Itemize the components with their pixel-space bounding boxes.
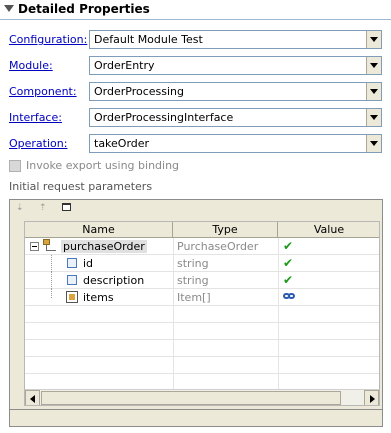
column-header-name[interactable]: Name: [25, 222, 173, 238]
horizontal-scrollbar[interactable]: [25, 389, 379, 405]
section-title: Detailed Properties: [18, 2, 150, 16]
table-view-icon[interactable]: [62, 203, 71, 211]
interface-combo[interactable]: OrderProcessingInterface: [89, 108, 382, 127]
table-row[interactable]: items Item[]: [25, 289, 379, 306]
invoke-export-checkbox[interactable]: [9, 160, 21, 172]
table-row[interactable]: description string ✔: [25, 272, 379, 289]
param-type: Item[]: [177, 291, 211, 304]
module-dropdown-button[interactable]: [366, 57, 381, 74]
table-row[interactable]: purchaseOrder PurchaseOrder ✔: [25, 238, 379, 255]
component-dropdown-button[interactable]: [366, 83, 381, 100]
section-divider: [0, 19, 391, 20]
configuration-value: Default Module Test: [94, 33, 203, 46]
column-header-value[interactable]: Value: [278, 222, 379, 238]
component-combo[interactable]: OrderProcessing: [89, 82, 382, 101]
field-icon: [65, 274, 79, 286]
component-value: OrderProcessing: [94, 85, 184, 98]
operation-dropdown-button[interactable]: [366, 135, 381, 152]
scroll-thumb[interactable]: [41, 391, 341, 405]
param-name: items: [83, 291, 114, 304]
check-icon[interactable]: ✔: [283, 256, 293, 270]
table-row-empty: [25, 323, 379, 340]
param-type: PurchaseOrder: [177, 240, 259, 253]
operation-combo[interactable]: takeOrder: [89, 134, 382, 153]
configuration-label[interactable]: Configuration:: [9, 33, 87, 46]
collapse-triangle-icon[interactable]: [4, 5, 14, 12]
detailed-properties-header[interactable]: Detailed Properties: [0, 0, 391, 18]
collapse-node-icon[interactable]: [30, 242, 39, 251]
check-icon[interactable]: ✔: [283, 239, 293, 253]
parameters-table[interactable]: Name Type Value purchaseOrder PurchaseOr…: [24, 221, 380, 406]
param-name: id: [83, 257, 94, 270]
module-value: OrderEntry: [94, 59, 155, 72]
array-field-icon: [65, 291, 79, 303]
table-row-empty: [25, 340, 379, 357]
configuration-combo[interactable]: Default Module Test: [89, 30, 382, 49]
business-object-icon: [43, 239, 57, 253]
module-label[interactable]: Module:: [9, 59, 53, 72]
table-row[interactable]: id string ✔: [25, 255, 379, 272]
configuration-dropdown-button[interactable]: [366, 31, 381, 48]
expand-all-icon[interactable]: ⇣: [16, 203, 24, 213]
module-combo[interactable]: OrderEntry: [89, 56, 382, 75]
initial-request-parameters-label: Initial request parameters: [9, 180, 153, 193]
param-type: string: [177, 274, 209, 287]
invoke-export-label: Invoke export using binding: [26, 159, 180, 172]
collapse-all-icon[interactable]: ⇡: [39, 203, 47, 213]
interface-label[interactable]: Interface:: [9, 111, 62, 124]
scroll-left-button[interactable]: [25, 390, 40, 405]
interface-dropdown-button[interactable]: [366, 109, 381, 126]
table-row-empty: [25, 357, 379, 374]
param-name: description: [83, 274, 145, 287]
component-label[interactable]: Component:: [9, 85, 77, 98]
param-type: string: [177, 257, 209, 270]
field-icon: [65, 257, 79, 269]
operation-value: takeOrder: [94, 137, 150, 150]
link-icon[interactable]: [283, 292, 297, 302]
table-row-empty: [25, 306, 379, 323]
interface-value: OrderProcessingInterface: [94, 111, 234, 124]
operation-label[interactable]: Operation:: [9, 137, 67, 150]
panel-bottom-bar: [9, 410, 383, 427]
check-icon[interactable]: ✔: [283, 273, 293, 287]
scroll-right-button[interactable]: [364, 390, 379, 405]
column-header-type[interactable]: Type: [173, 222, 278, 238]
param-name: purchaseOrder: [61, 240, 147, 253]
